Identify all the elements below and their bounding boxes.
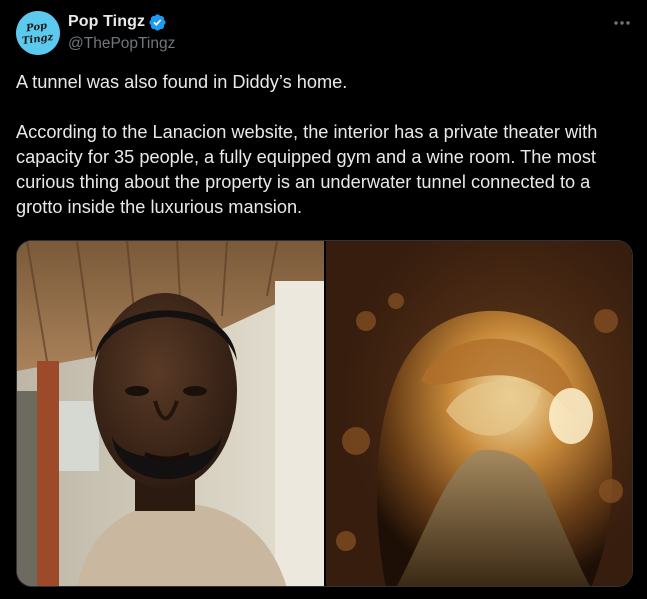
avatar[interactable]: Pop Tingz: [16, 11, 60, 55]
media-grid: [16, 240, 633, 587]
author-info: Pop Tingz @ThePopTingz: [68, 12, 175, 53]
display-name[interactable]: Pop Tingz: [68, 13, 145, 31]
tunnel-image: [326, 241, 632, 586]
selfie-image: [17, 241, 324, 586]
tweet: Pop Tingz Pop Tingz @ThePopTingz A tunne…: [0, 0, 647, 599]
author-handle[interactable]: @ThePopTingz: [68, 35, 175, 53]
more-options-icon[interactable]: [611, 13, 633, 33]
verified-badge-icon[interactable]: [148, 13, 167, 32]
media-image-tunnel[interactable]: [326, 241, 632, 586]
tweet-text: A tunnel was also found in Diddy’s home.…: [16, 70, 636, 220]
media-image-selfie[interactable]: [17, 241, 324, 586]
tweet-header: Pop Tingz Pop Tingz @ThePopTingz: [16, 11, 635, 55]
tweet-paragraph: A tunnel was also found in Diddy’s home.: [16, 72, 348, 92]
avatar-logo-icon: Pop Tingz: [16, 11, 60, 55]
tweet-paragraph: According to the Lanacion website, the i…: [16, 122, 598, 217]
